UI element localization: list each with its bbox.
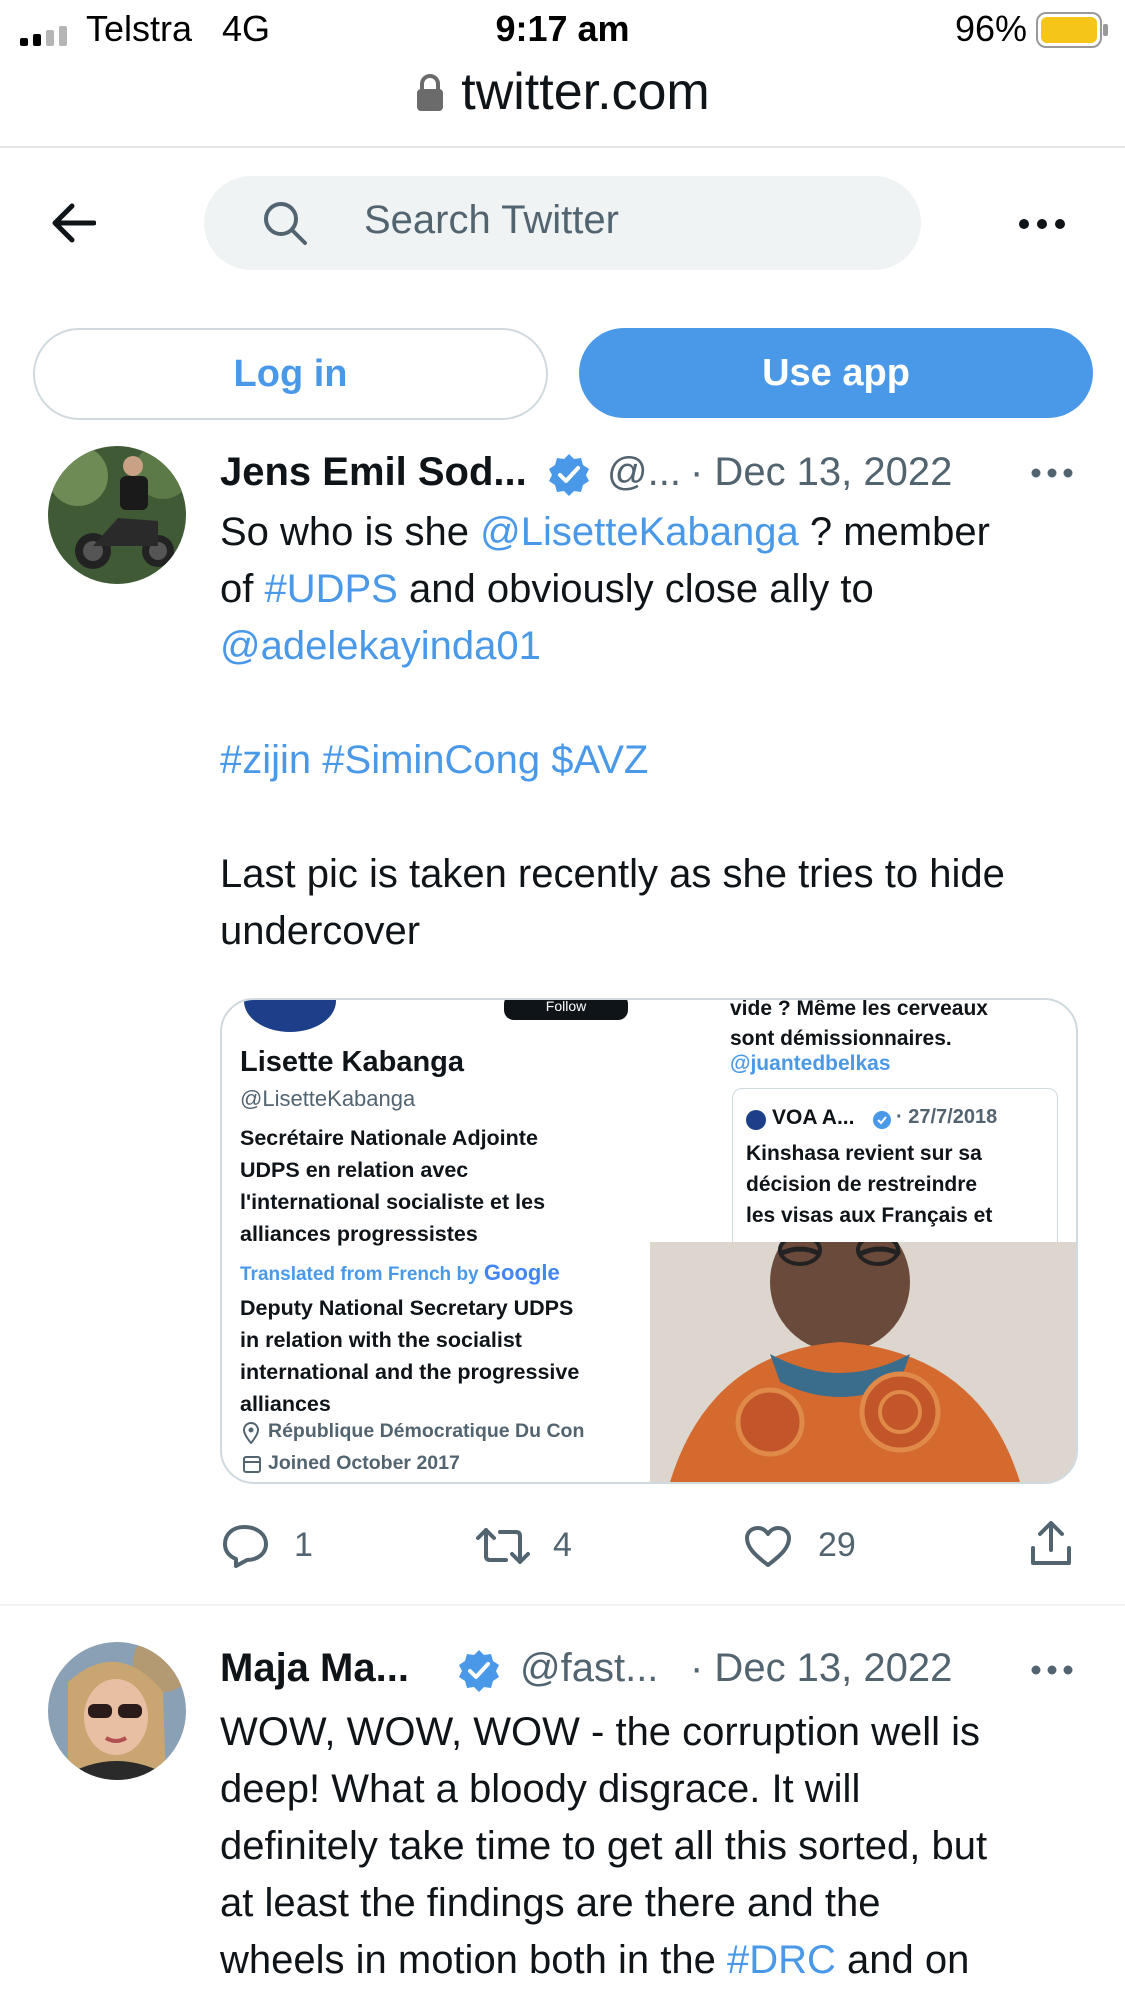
tweet-line: of #UDPS and obviously close ally to xyxy=(220,561,1005,618)
quote-line: sont démissionnaires. xyxy=(730,1027,952,1050)
more-icon[interactable] xyxy=(1018,218,1066,230)
browser-divider xyxy=(0,146,1125,148)
tweet-media[interactable]: Follow Lisette Kabanga @LisetteKabanga S… xyxy=(220,998,1078,1484)
bio-line: international and the progressive xyxy=(240,1360,580,1384)
more-icon[interactable] xyxy=(1031,1664,1073,1676)
follow-button: Follow xyxy=(504,1000,628,1020)
search-input[interactable]: Search Twitter xyxy=(364,198,619,243)
verified-icon xyxy=(549,454,589,496)
quote-line: vide ? Même les cerveaux xyxy=(730,998,988,1020)
profile-joined: Joined October 2017 xyxy=(268,1452,460,1474)
battery-percent: 96% xyxy=(954,8,1027,49)
bio-line: in relation with the socialist xyxy=(240,1328,522,1352)
hashtag-link[interactable]: #zijin xyxy=(220,738,311,782)
tweet-date[interactable]: · Dec 13, 2022 xyxy=(690,450,952,495)
cashtag-link[interactable]: $AVZ xyxy=(551,738,648,782)
back-arrow-icon[interactable] xyxy=(50,202,96,244)
text-span: wheels in motion both in the xyxy=(220,1938,727,1982)
bio-line: alliances progressistes xyxy=(240,1222,478,1246)
search-icon xyxy=(264,202,307,245)
reply-icon[interactable] xyxy=(222,1524,268,1568)
tweet-line: WOW, WOW, WOW - the corruption well is xyxy=(220,1710,981,1754)
tweet-text: WOW, WOW, WOW - the corruption well is d… xyxy=(220,1704,987,1989)
hashtag-link[interactable]: #DRC xyxy=(727,1938,836,1982)
tweet-author-name[interactable]: Jens Emil Sod... xyxy=(220,450,527,495)
reply-count: 1 xyxy=(294,1526,313,1564)
verified-icon xyxy=(459,1650,499,1692)
tweet-line: @adelekayinda01 xyxy=(220,618,1005,675)
text-span: of xyxy=(220,567,265,611)
profile-location: République Démocratique Du Con xyxy=(268,1420,585,1442)
login-button[interactable]: Log in xyxy=(33,328,548,420)
quote-line: décision de restreindre xyxy=(746,1173,978,1196)
tweet-author-name[interactable]: Maja Ma... xyxy=(220,1646,409,1691)
status-bar: Telstra 4G 9:17 am 96% xyxy=(0,0,1125,60)
quoted-name: VOA A... xyxy=(772,1106,855,1129)
text-span: and obviously close ally to xyxy=(397,567,874,611)
battery-icon xyxy=(1036,12,1108,48)
quote-text: vide ? Même les cerveaux sont démissionn… xyxy=(730,998,988,1054)
like-count: 29 xyxy=(818,1526,856,1564)
quote-handle: @juantedbelkas xyxy=(730,1052,891,1075)
hashtag-link[interactable]: #UDPS xyxy=(264,567,397,611)
mention-link[interactable]: @LisetteKabanga xyxy=(480,510,799,554)
retweet-count: 4 xyxy=(553,1526,572,1564)
text-span: ? member xyxy=(798,510,990,554)
tweet-text: So who is she @LisetteKabanga ? member o… xyxy=(220,504,1005,960)
translation-note: Translated from French by Google xyxy=(240,1260,560,1286)
profile-name: Lisette Kabanga xyxy=(240,1046,464,1078)
tweet-author-handle[interactable]: @fast... xyxy=(520,1646,658,1691)
bio-line: Secrétaire Nationale Adjointe xyxy=(240,1126,538,1150)
tweet-line: deep! What a bloody disgrace. It will xyxy=(220,1767,861,1811)
quoted-body: Kinshasa revient sur sa décision de rest… xyxy=(746,1138,992,1231)
tweet-date[interactable]: · Dec 13, 2022 xyxy=(690,1646,952,1691)
verified-icon xyxy=(873,1111,891,1129)
tweet-line: wheels in motion both in the #DRC and on xyxy=(220,1932,987,1989)
retweet-icon[interactable] xyxy=(474,1526,532,1566)
use-app-button[interactable]: Use app xyxy=(579,328,1093,418)
bio-french: Secrétaire Nationale Adjointe UDPS en re… xyxy=(240,1122,545,1250)
photo xyxy=(650,1242,1076,1482)
profile-handle: @LisetteKabanga xyxy=(240,1086,416,1111)
address-bar[interactable]: twitter.com xyxy=(0,62,1125,122)
url-text: twitter.com xyxy=(461,63,710,121)
tweet-line: at least the findings are there and the xyxy=(220,1881,881,1925)
bio-english: Deputy National Secretary UDPS in relati… xyxy=(240,1292,579,1420)
avatar[interactable] xyxy=(48,446,186,584)
tweet-line: undercover xyxy=(220,909,421,953)
bio-line: UDPS en relation avec xyxy=(240,1158,469,1182)
hashtag-link[interactable]: #SiminCong xyxy=(322,738,540,782)
text-span: and on xyxy=(835,1938,970,1982)
avatar[interactable] xyxy=(48,1642,186,1780)
tweet-author-handle[interactable]: @... xyxy=(607,450,681,495)
bio-line: l'international socialiste et les xyxy=(240,1190,546,1214)
mention-link[interactable]: @adelekayinda01 xyxy=(220,624,541,668)
share-icon[interactable] xyxy=(1030,1520,1072,1566)
quote-line: les visas aux Français et xyxy=(746,1204,993,1227)
lock-icon xyxy=(417,74,444,111)
quoted-date: · 27/7/2018 xyxy=(896,1106,998,1128)
tweet-line: #zijin #SiminCong $AVZ xyxy=(220,732,1005,789)
tweet-line: Last pic is taken recently as she tries … xyxy=(220,852,1005,896)
bio-line: Deputy National Secretary UDPS xyxy=(240,1296,574,1320)
quote-line: Kinshasa revient sur sa xyxy=(746,1142,982,1165)
tweet-line: So who is she @LisetteKabanga ? member xyxy=(220,504,1005,561)
calendar-icon xyxy=(243,1456,261,1473)
more-icon[interactable] xyxy=(1031,467,1073,479)
translated-label: Translated from French by xyxy=(240,1264,479,1285)
location-icon xyxy=(242,1422,260,1444)
tweet-line: definitely take time to get all this sor… xyxy=(220,1824,988,1868)
google-logo: Google xyxy=(483,1260,560,1285)
quoted-logo xyxy=(746,1110,766,1130)
profile-avatar-crop xyxy=(244,1000,336,1032)
bio-line: alliances xyxy=(240,1392,331,1416)
text-span: So who is she xyxy=(220,510,481,554)
tweet-divider xyxy=(0,1604,1125,1606)
like-icon[interactable] xyxy=(744,1526,792,1568)
